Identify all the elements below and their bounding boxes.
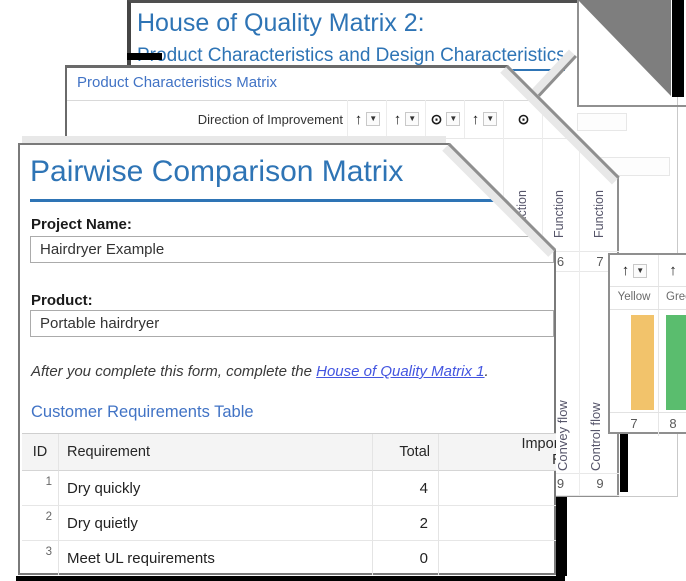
- row-importance[interactable]: [438, 506, 602, 541]
- direction-select[interactable]: ↑ ▼: [348, 100, 387, 138]
- header-id-label: ID: [33, 444, 48, 460]
- up-arrow-icon: ↑: [394, 112, 402, 127]
- pcm-heading: Product Characteristics Matrix: [77, 74, 277, 91]
- target-icon: ⊙: [431, 112, 443, 126]
- shadow-strip: [620, 434, 628, 492]
- row-requirement[interactable]: Dry quietly: [58, 506, 372, 541]
- caret-down-icon: ▼: [408, 115, 416, 123]
- direction-of-improvement-label: Direction of Improvement: [67, 112, 343, 127]
- green-bar: [666, 315, 686, 410]
- shadow-strip: [127, 53, 162, 60]
- page-title: Pairwise Comparison Matrix: [30, 155, 403, 189]
- yellow-bar: [631, 315, 654, 410]
- direction-select[interactable]: ↑ ▼: [387, 100, 426, 138]
- shadow-strip: [670, 0, 684, 97]
- dropdown-button[interactable]: ▼: [483, 112, 497, 126]
- dropdown-button[interactable]: ▼: [366, 112, 380, 126]
- product-input[interactable]: [30, 310, 554, 337]
- note-before: After you complete this form, complete t…: [31, 363, 316, 380]
- dropdown-button[interactable]: ▼: [405, 112, 419, 126]
- row-importance[interactable]: [438, 541, 602, 576]
- customer-requirements-heading: Customer Requirements Table: [31, 403, 254, 422]
- dropdown-button[interactable]: ▼: [633, 264, 647, 278]
- shadow-strip: [16, 576, 565, 581]
- column-header-convey-flow: Convey flow: [555, 374, 571, 471]
- customer-requirements-table: ID Requirement Total Importance Rating 1…: [22, 433, 602, 577]
- hoq2-title-line2: Product Characteristics and Design Chara…: [137, 45, 563, 67]
- direction-select[interactable]: ↑: [658, 255, 686, 286]
- caret-down-icon: ▼: [636, 267, 644, 275]
- direction-select[interactable]: ↑ ▼: [611, 255, 658, 286]
- title-rule: [30, 199, 546, 202]
- row-requirement[interactable]: Dry quickly: [58, 471, 372, 506]
- note-text: After you complete this form, complete t…: [31, 363, 489, 380]
- flow-number: 9: [579, 476, 621, 491]
- header-total-label: Total: [399, 444, 430, 460]
- caret-down-icon: ▼: [449, 115, 457, 123]
- dropdown-button[interactable]: ▼: [446, 112, 460, 126]
- grid-line: [579, 100, 580, 495]
- shadow-strip: [556, 497, 567, 576]
- caret-down-icon: ▼: [369, 115, 377, 123]
- note-after: .: [485, 363, 489, 380]
- row-id: 3: [22, 541, 58, 576]
- caret-down-icon: ▼: [486, 115, 494, 123]
- header-requirement: Requirement: [58, 434, 372, 471]
- column-header-function: Function: [592, 180, 608, 238]
- grid-line: [610, 412, 686, 413]
- column-number: 7: [610, 416, 658, 431]
- row-total: 4: [372, 471, 438, 506]
- up-arrow-icon: ↑: [355, 112, 363, 127]
- fold-bottom-edge: [577, 105, 686, 107]
- header-requirement-label: Requirement: [67, 444, 150, 460]
- column-number: 8: [658, 416, 686, 431]
- header-id: ID: [22, 434, 58, 471]
- hoq-matrix-1-link[interactable]: House of Quality Matrix 1: [316, 363, 484, 380]
- up-arrow-icon: ↑: [622, 263, 630, 278]
- row-id: 2: [22, 506, 58, 541]
- up-arrow-icon: ↑: [472, 112, 480, 127]
- up-arrow-icon: ↑: [669, 263, 677, 278]
- blank-input-box[interactable]: [577, 113, 627, 131]
- page-pairwise-comparison-matrix: Pairwise Comparison Matrix Project Name:…: [18, 143, 556, 575]
- header-total: Total: [372, 434, 438, 471]
- grid-line: [610, 309, 686, 310]
- target-icon: ⊙: [518, 112, 530, 126]
- stacked-forms-canvas: House of Quality Matrix 2: Product Chara…: [0, 0, 686, 581]
- direction-select[interactable]: ⊙ ▼: [426, 100, 465, 138]
- product-label: Product:: [31, 292, 93, 309]
- page-color-bars-fragment: ↑ ▼ ↑ Yellow Green 7 8: [608, 253, 686, 434]
- column-header-function: Function: [552, 180, 568, 238]
- color-name-green: Green: [666, 291, 686, 303]
- row-total: 2: [372, 506, 438, 541]
- column-header-control-flow: Control flow: [588, 374, 604, 471]
- row-id: 1: [22, 471, 58, 506]
- project-name-label: Project Name:: [31, 216, 132, 233]
- direction-select[interactable]: ↑ ▼: [465, 100, 504, 138]
- project-name-input[interactable]: [30, 236, 554, 263]
- row-requirement[interactable]: Meet UL requirements: [58, 541, 372, 576]
- grid-line: [610, 286, 686, 287]
- page-edge-shading: [22, 136, 446, 143]
- color-name-yellow: Yellow: [610, 291, 658, 303]
- row-total: 0: [372, 541, 438, 576]
- hoq2-title-line1: House of Quality Matrix 2:: [137, 9, 425, 38]
